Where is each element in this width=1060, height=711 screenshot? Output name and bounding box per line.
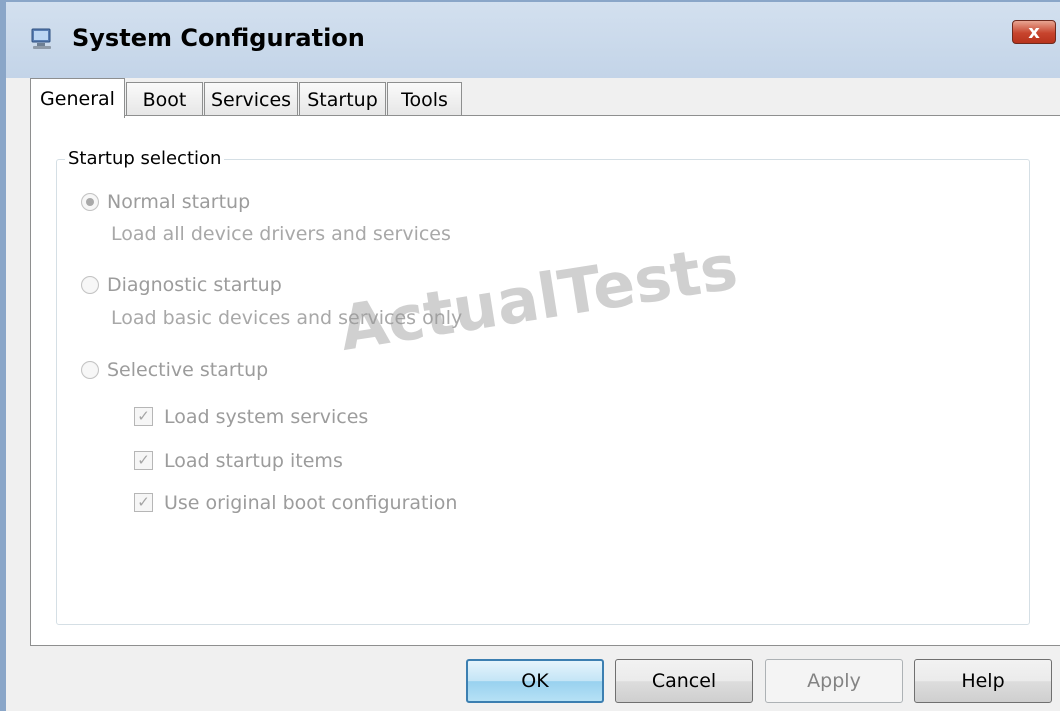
close-icon: x (1028, 21, 1040, 43)
tab-services[interactable]: Services (204, 82, 298, 116)
normal-startup-radio[interactable] (81, 193, 99, 211)
title-bar[interactable]: System Configuration x (6, 2, 1060, 78)
load-system-services-label[interactable]: Load system services (164, 406, 368, 428)
diagnostic-startup-label[interactable]: Diagnostic startup (107, 274, 282, 296)
check-icon: ✓ (137, 407, 150, 425)
use-original-boot-configuration-checkbox[interactable]: ✓ (134, 493, 153, 512)
use-original-boot-configuration-label[interactable]: Use original boot configuration (164, 492, 457, 514)
tab-startup[interactable]: Startup (299, 82, 386, 116)
check-icon: ✓ (137, 493, 150, 511)
check-icon: ✓ (137, 451, 150, 469)
load-startup-items-label[interactable]: Load startup items (164, 450, 343, 472)
cancel-button[interactable]: Cancel (615, 659, 753, 703)
close-button[interactable]: x (1012, 20, 1056, 44)
diagnostic-startup-radio[interactable] (81, 276, 99, 294)
startup-selection-label: Startup selection (65, 148, 225, 169)
apply-button[interactable]: Apply (765, 659, 903, 703)
system-configuration-window: System Configuration x General Boot Serv… (0, 0, 1060, 711)
normal-startup-label[interactable]: Normal startup (107, 191, 250, 213)
tab-tools[interactable]: Tools (387, 82, 462, 116)
selective-startup-label[interactable]: Selective startup (107, 359, 268, 381)
tab-general[interactable]: General (30, 78, 125, 118)
selective-startup-radio[interactable] (81, 361, 99, 379)
load-startup-items-checkbox[interactable]: ✓ (134, 451, 153, 470)
computer-icon (31, 28, 51, 49)
diagnostic-startup-description: Load basic devices and services only (111, 307, 463, 329)
help-button[interactable]: Help (914, 659, 1052, 703)
ok-button[interactable]: OK (466, 659, 604, 703)
window-title: System Configuration (72, 24, 365, 52)
general-tab-panel: Startup selection Normal startup Load al… (30, 115, 1060, 646)
tab-boot[interactable]: Boot (126, 82, 203, 116)
normal-startup-description: Load all device drivers and services (111, 223, 451, 245)
load-system-services-checkbox[interactable]: ✓ (134, 407, 153, 426)
